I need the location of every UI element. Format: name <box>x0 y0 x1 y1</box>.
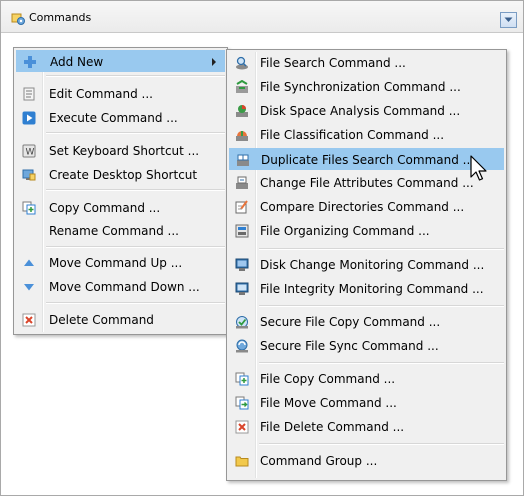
file-move-icon <box>235 396 249 410</box>
menu-item-label: Move Command Up ... <box>49 256 183 270</box>
context-menu: Add New Edit Command ... Execute Command… <box>13 47 228 335</box>
menu-separator <box>46 246 225 248</box>
menu-item-move-command-down[interactable]: Move Command Down ... <box>16 276 225 298</box>
menu-item-label: Set Keyboard Shortcut ... <box>49 144 200 158</box>
submenu-item-label: Change File Attributes Command ... <box>260 176 474 190</box>
classification-icon <box>236 131 248 141</box>
submenu-item-label: File Delete Command ... <box>260 420 405 434</box>
submenu-item-label: File Search Command ... <box>260 56 406 70</box>
menu-item-label: Move Command Down ... <box>49 280 200 294</box>
chevron-down-icon <box>504 17 513 22</box>
submenu-item-label: Duplicate Files Search Command ... <box>261 153 475 167</box>
submenu-item-compare-directories[interactable]: Compare Directories Command ... <box>229 196 504 218</box>
submenu-item-change-file-attributes[interactable]: Change File Attributes Command ... <box>229 172 504 194</box>
menu-item-set-keyboard-shortcut[interactable]: W Set Keyboard Shortcut ... <box>16 140 225 162</box>
down-triangle-icon <box>24 284 34 291</box>
submenu-item-file-integrity-monitoring[interactable]: File Integrity Monitoring Command ... <box>229 278 504 300</box>
add-new-submenu: File Search Command ... File Synchroniza… <box>226 49 507 481</box>
panel-dropdown-button[interactable] <box>500 12 517 28</box>
menu-item-label: Edit Command ... <box>49 87 153 101</box>
submenu-item-label: File Integrity Monitoring Command ... <box>260 282 484 296</box>
submenu-item-file-organizing[interactable]: File Organizing Command ... <box>229 220 504 242</box>
submenu-item-label: File Organizing Command ... <box>260 224 430 238</box>
svg-text:W: W <box>26 148 35 158</box>
submenu-item-disk-space-analysis[interactable]: Disk Space Analysis Command ... <box>229 100 504 122</box>
menu-item-label: Create Desktop Shortcut <box>49 168 198 182</box>
submenu-item-label: Secure File Copy Command ... <box>260 315 441 329</box>
file-search-icon <box>236 56 248 70</box>
submenu-item-file-copy[interactable]: File Copy Command ... <box>229 368 504 390</box>
menu-separator <box>259 362 504 364</box>
menu-item-rename-command[interactable]: Rename Command ... <box>16 220 225 242</box>
menu-item-create-desktop-shortcut[interactable]: Create Desktop Shortcut <box>16 164 225 186</box>
plus-icon <box>24 56 36 68</box>
menu-item-edit-command[interactable]: Edit Command ... <box>16 83 225 105</box>
submenu-arrow-icon <box>212 58 216 66</box>
panel-titlebar: Commands <box>1 1 523 33</box>
menu-item-delete-command[interactable]: Delete Command <box>16 309 225 331</box>
file-delete-icon <box>235 420 249 434</box>
play-icon <box>22 111 36 125</box>
menu-separator <box>259 443 504 445</box>
monitor-icon <box>235 258 249 271</box>
duplicate-icon <box>237 154 249 166</box>
integrity-icon <box>235 282 249 295</box>
submenu-item-file-classification[interactable]: File Classification Command ... <box>229 124 504 146</box>
menu-separator <box>46 189 225 191</box>
copy-icon <box>22 201 36 215</box>
submenu-item-file-synchronization[interactable]: File Synchronization Command ... <box>229 76 504 98</box>
secure-copy-icon <box>236 316 248 329</box>
submenu-item-label: Secure File Sync Command ... <box>260 339 439 353</box>
file-sync-icon <box>236 80 248 93</box>
submenu-item-secure-file-copy[interactable]: Secure File Copy Command ... <box>229 311 504 333</box>
menu-separator <box>46 132 225 134</box>
submenu-item-label: Compare Directories Command ... <box>260 200 465 214</box>
menu-item-label: Rename Command ... <box>49 224 179 238</box>
disk-space-icon <box>236 105 248 117</box>
submenu-item-file-delete[interactable]: File Delete Command ... <box>229 416 504 438</box>
attributes-icon <box>236 176 248 189</box>
submenu-item-duplicate-files-search[interactable]: Duplicate Files Search Command ... <box>229 148 504 170</box>
up-triangle-icon <box>24 259 34 266</box>
menu-item-add-new[interactable]: Add New <box>16 50 225 72</box>
submenu-item-label: Disk Space Analysis Command ... <box>260 104 461 118</box>
menu-separator <box>259 248 504 250</box>
submenu-item-command-group[interactable]: Command Group ... <box>229 450 504 472</box>
menu-separator <box>46 75 225 77</box>
submenu-item-label: File Copy Command ... <box>260 372 396 386</box>
submenu-item-disk-change-monitoring[interactable]: Disk Change Monitoring Command ... <box>229 254 504 276</box>
shortcut-icon <box>22 169 36 181</box>
commands-icon <box>11 13 25 25</box>
menu-separator <box>46 302 225 304</box>
submenu-item-file-search[interactable]: File Search Command ... <box>229 52 504 74</box>
menu-item-copy-command[interactable]: Copy Command ... <box>16 197 225 219</box>
menu-item-label: Add New <box>50 55 104 69</box>
mouse-cursor-icon <box>470 155 487 181</box>
submenu-item-file-move[interactable]: File Move Command ... <box>229 392 504 414</box>
submenu-item-label: Command Group ... <box>260 454 378 468</box>
file-copy-icon <box>235 372 249 386</box>
submenu-item-label: Disk Change Monitoring Command ... <box>260 258 485 272</box>
submenu-item-label: File Classification Command ... <box>260 128 445 142</box>
secure-sync-icon <box>236 339 248 353</box>
menu-item-label: Delete Command <box>49 313 154 327</box>
folder-icon <box>235 456 249 467</box>
panel-title: Commands <box>29 11 92 24</box>
menu-item-move-command-up[interactable]: Move Command Up ... <box>16 252 225 274</box>
menu-item-execute-command[interactable]: Execute Command ... <box>16 107 225 129</box>
organizing-icon <box>235 224 249 238</box>
submenu-item-label: File Move Command ... <box>260 396 397 410</box>
menu-item-label: Copy Command ... <box>49 201 161 215</box>
edit-icon <box>23 87 35 101</box>
submenu-item-label: File Synchronization Command ... <box>260 80 461 94</box>
submenu-item-secure-file-sync[interactable]: Secure File Sync Command ... <box>229 335 504 357</box>
menu-item-label: Execute Command ... <box>49 111 178 125</box>
menu-separator <box>259 305 504 307</box>
delete-icon <box>22 313 36 327</box>
compare-icon <box>235 200 248 214</box>
keyboard-icon: W <box>22 144 36 158</box>
